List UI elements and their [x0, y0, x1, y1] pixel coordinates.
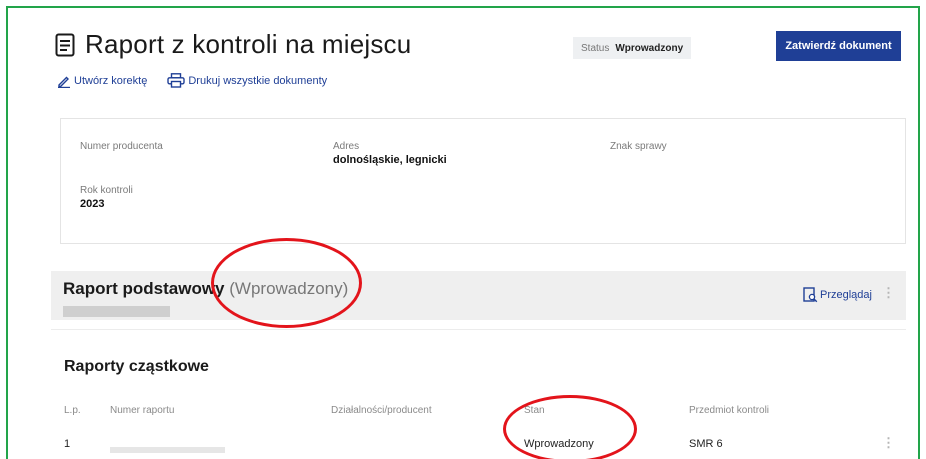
- case-sign-field: Znak sprawy: [610, 141, 667, 154]
- address-field: Adres dolnośląskie, legnicki: [333, 141, 447, 166]
- annotation-circle-row-state: [503, 395, 637, 459]
- page-title: Raport z kontroli na miejscu: [85, 29, 412, 59]
- column-header-report-number: Numer raportu: [110, 405, 175, 416]
- pencil-icon: [58, 76, 70, 88]
- printer-icon: [167, 73, 186, 88]
- partial-reports-title: Raporty cząstkowe: [64, 358, 209, 375]
- control-year-value: 2023: [80, 198, 105, 210]
- producer-number-label: Numer producenta: [80, 141, 163, 152]
- column-header-subject: Przedmiot kontroli: [689, 405, 770, 416]
- basic-report-label: Raport podstawowy: [63, 279, 225, 298]
- print-all-link[interactable]: Drukuj wszystkie dokumenty: [167, 73, 327, 88]
- approve-document-button[interactable]: Zatwierdź dokument: [776, 31, 901, 61]
- document-actions: Utwórz korektę Drukuj wszystkie dokument…: [57, 73, 327, 88]
- status-value: Wprowadzony: [615, 42, 684, 54]
- column-header-activity: Działalności/producent: [331, 405, 432, 416]
- document-search-icon: [803, 287, 818, 303]
- status-label: Status: [581, 42, 610, 54]
- address-value: dolnośląskie, legnicki: [333, 154, 447, 166]
- create-correction-label: Utwórz korektę: [74, 74, 148, 87]
- address-label: Adres: [333, 141, 360, 152]
- control-year-field: Rok kontroli 2023: [80, 185, 133, 210]
- row-more-options-icon[interactable]: ⋮: [882, 435, 895, 451]
- redacted-text: [63, 306, 170, 317]
- basic-report-row: Raport podstawowy (Wprowadzony) Przegląd…: [51, 271, 906, 320]
- column-header-lp: L.p.: [64, 405, 81, 416]
- producer-number-field: Numer producenta: [80, 141, 163, 154]
- report-info-card: Numer producenta Adres dolnośląskie, leg…: [60, 118, 906, 244]
- divider: [51, 329, 906, 330]
- more-options-icon[interactable]: ⋮: [882, 285, 895, 301]
- redacted-report-number: [110, 447, 225, 453]
- case-sign-label: Znak sprawy: [610, 141, 667, 152]
- document-icon: [55, 33, 75, 56]
- print-all-label: Drukuj wszystkie dokumenty: [188, 74, 328, 87]
- status-badge: Status Wprowadzony: [573, 37, 692, 59]
- row-subject: SMR 6: [689, 438, 723, 450]
- review-button[interactable]: Przeglądaj: [803, 287, 872, 303]
- row-lp: 1: [64, 438, 71, 450]
- control-year-label: Rok kontroli: [80, 185, 133, 196]
- create-correction-link[interactable]: Utwórz korektę: [57, 73, 147, 88]
- page-header: Raport z kontroli na miejscu: [55, 29, 411, 60]
- review-label: Przeglądaj: [820, 289, 872, 301]
- annotation-circle-basic-state: [211, 238, 362, 328]
